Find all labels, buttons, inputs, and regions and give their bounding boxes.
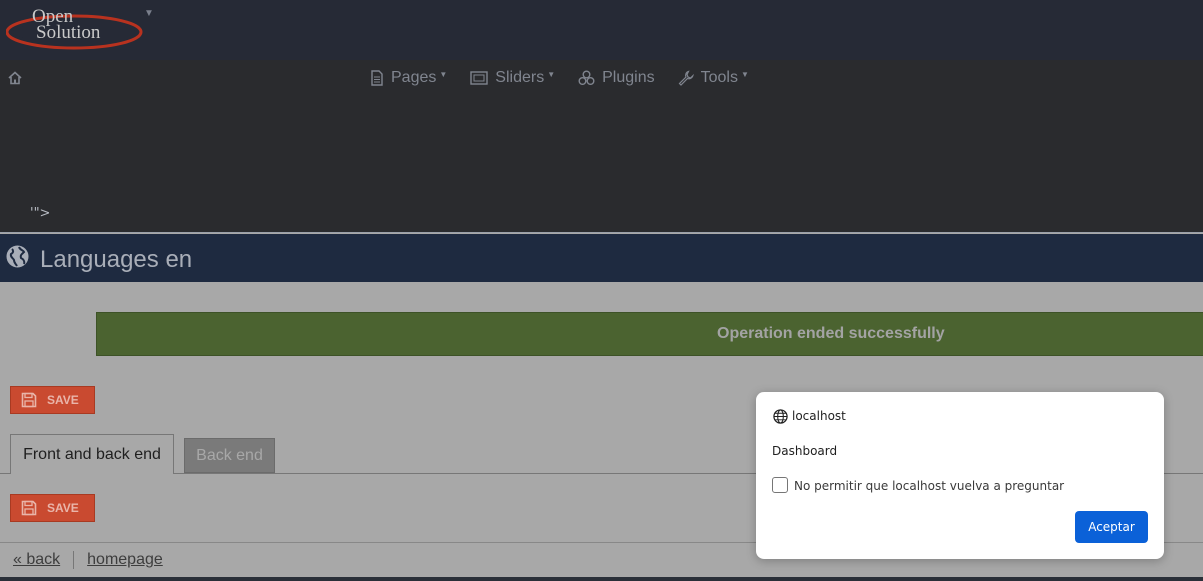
save-button-label: SAVE — [47, 501, 79, 515]
wrench-icon — [678, 70, 694, 86]
top-header: Open Solution ▼ — [0, 0, 1203, 60]
link-separator — [73, 551, 75, 569]
dont-ask-again-checkbox[interactable] — [772, 477, 788, 493]
chevron-down-icon: ▼ — [547, 69, 556, 79]
success-message: Operation ended successfully — [717, 325, 945, 342]
success-alert: Operation ended successfully — [96, 312, 1203, 356]
menu-item-tools[interactable]: Tools ▼ — [678, 69, 749, 87]
globe-icon — [6, 245, 29, 268]
save-button[interactable]: SAVE — [10, 494, 95, 522]
dont-ask-again-label[interactable]: No permitir que localhost vuelva a pregu… — [794, 479, 1064, 493]
floppy-disk-icon — [21, 392, 37, 408]
floppy-disk-icon — [21, 500, 37, 516]
menu-item-label: Pages — [391, 69, 437, 86]
browser-alert-dialog: localhost Dashboard No permitir que loca… — [756, 392, 1164, 559]
menu-item-pages[interactable]: Pages ▼ — [370, 69, 447, 87]
chevron-down-icon: ▼ — [439, 69, 448, 79]
logo-dropdown-caret-icon[interactable]: ▼ — [144, 8, 154, 19]
menu-item-plugins[interactable]: Plugins — [578, 69, 655, 87]
stray-text: '"> — [30, 206, 51, 221]
chevron-down-icon: ▼ — [740, 69, 749, 79]
menu-item-sliders[interactable]: Sliders ▼ — [470, 69, 555, 87]
tab-back-end[interactable]: Back end — [184, 438, 275, 473]
home-icon[interactable] — [7, 70, 23, 86]
tab-front-and-back-end[interactable]: Front and back end — [10, 434, 174, 474]
dialog-message: Dashboard — [772, 444, 838, 458]
accept-button-label: Aceptar — [1088, 520, 1135, 534]
accept-button[interactable]: Aceptar — [1075, 511, 1148, 543]
image-icon — [470, 71, 488, 85]
menu-item-label: Sliders — [495, 69, 545, 86]
tab-label: Front and back end — [23, 445, 161, 463]
save-button[interactable]: SAVE — [10, 386, 95, 414]
page-icon — [371, 70, 383, 86]
main-menu: Pages ▼ Sliders ▼ Plugins Tools ▼ — [370, 69, 772, 87]
open-solution-logo[interactable]: Open Solution — [6, 2, 146, 54]
footer-links: « back homepage — [13, 551, 163, 569]
tab-label: Back end — [196, 446, 263, 464]
plugins-icon — [578, 70, 595, 85]
homepage-link[interactable]: homepage — [87, 551, 163, 569]
back-link[interactable]: « back — [13, 551, 60, 569]
dialog-origin: localhost — [792, 409, 846, 423]
globe-icon — [773, 409, 788, 424]
bottom-strip — [0, 577, 1203, 581]
menu-item-label: Plugins — [602, 69, 655, 86]
menu-item-label: Tools — [700, 69, 738, 86]
page-title: Languages en — [40, 246, 193, 273]
logo-text-solution: Solution — [36, 22, 101, 43]
save-button-label: SAVE — [47, 393, 79, 407]
